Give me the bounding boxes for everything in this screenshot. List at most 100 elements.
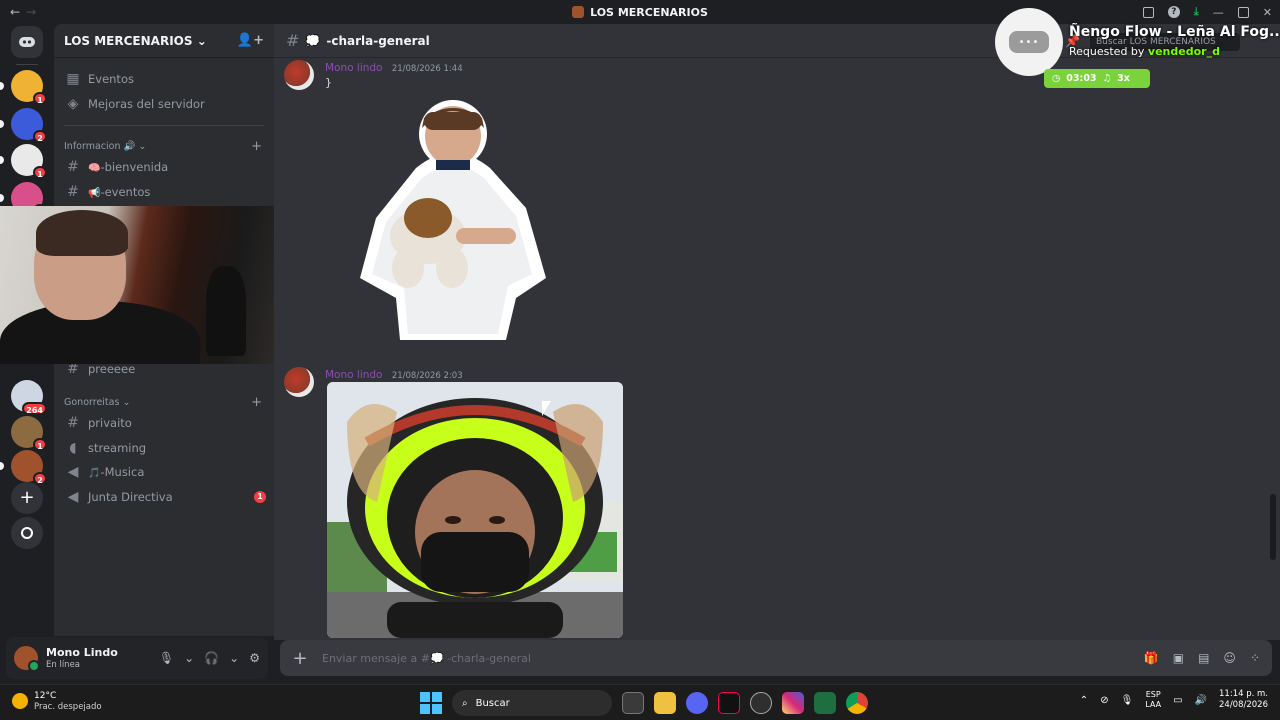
- guild-header[interactable]: LOS MERCENARIOS ⌄ 👤+: [54, 24, 274, 58]
- sidebar-item-boosts[interactable]: ◈ Mejoras del servidor: [60, 93, 266, 115]
- server-badge: 1: [33, 438, 47, 451]
- back-arrow-icon[interactable]: ←: [10, 5, 20, 19]
- excel-icon[interactable]: [814, 692, 836, 714]
- channel-label: streaming: [88, 441, 147, 455]
- sidebar-item-events[interactable]: ▦ Eventos: [60, 68, 266, 90]
- mention-badge: 1: [254, 491, 266, 503]
- server-icon-5[interactable]: 264: [11, 380, 47, 415]
- message-author[interactable]: Mono lindo: [325, 62, 382, 74]
- avatar[interactable]: [14, 646, 40, 672]
- channel-emoji: 🎵: [88, 468, 101, 479]
- guild-name: LOS MERCENARIOS: [64, 33, 193, 48]
- microphone-icon[interactable]: 🎙: [1121, 695, 1134, 706]
- taskbar-clock[interactable]: 11:14 p. m. 24/08/2026: [1219, 689, 1268, 711]
- server-icon-2[interactable]: 2: [11, 108, 47, 143]
- category-label: Gonorreitas: [64, 396, 120, 408]
- channel-emoji: 💭: [305, 33, 321, 48]
- add-attachment-button[interactable]: +: [292, 648, 308, 669]
- clock-date: 24/08/2026: [1219, 700, 1268, 711]
- now-playing-badge: ◷ 03:03 ♫ 3x: [1044, 69, 1150, 88]
- chrome-icon[interactable]: [846, 692, 868, 714]
- now-playing-requester: Requested by vendedor_d: [1069, 45, 1220, 58]
- channel-streaming[interactable]: ◖ streaming: [60, 437, 266, 459]
- rail-divider: [16, 64, 38, 65]
- now-playing-overlay: ••• Ñengo Flow - Leña Al Fog... Requeste…: [995, 8, 1280, 92]
- windows-taskbar: 12°C Prac. despejado ⌕ Buscar ⌃ ⊘ 🎙 ESP …: [0, 684, 1280, 720]
- taskbar-search[interactable]: ⌕ Buscar: [452, 690, 612, 716]
- gamepad-icon: •••: [1009, 31, 1049, 53]
- channel-junta-directiva[interactable]: ◀ Junta Directiva 1: [60, 486, 266, 508]
- sticker-icon[interactable]: ▤: [1198, 651, 1209, 665]
- discord-taskbar-icon[interactable]: [686, 692, 708, 714]
- channel-bienvenida[interactable]: # 🧠-bienvenida: [60, 156, 266, 178]
- monitor-icon[interactable]: ▭: [1173, 695, 1182, 706]
- music-note-icon: ♫: [1102, 73, 1112, 84]
- hash-icon: #: [286, 31, 300, 50]
- chevron-up-icon[interactable]: ⌃: [1080, 695, 1088, 706]
- category-gonorreitas[interactable]: Gonorreitas ⌄ +: [64, 394, 262, 410]
- server-icon-6[interactable]: 1: [11, 416, 47, 451]
- sidebar-item-label: Mejoras del servidor: [88, 97, 205, 111]
- user-panel: Mono Lindo En línea 🎙 ⌄ 🎧 ⌄ ⚙: [6, 637, 268, 679]
- helmet-selfie-image: [327, 382, 623, 638]
- message-timestamp: 21/08/2026 2:03: [391, 371, 463, 381]
- tiktok-icon[interactable]: [718, 692, 740, 714]
- language-code: ESP: [1145, 690, 1161, 700]
- task-view-icon[interactable]: [622, 692, 644, 714]
- sidebar-divider: [64, 125, 264, 126]
- create-channel-icon[interactable]: +: [251, 395, 262, 410]
- nav-buttons: ← →: [10, 5, 36, 19]
- server-icon-1[interactable]: 1: [11, 70, 47, 105]
- chevron-down-icon[interactable]: ⌄: [229, 651, 239, 665]
- server-unread-pill: [0, 120, 4, 128]
- discord-logo-icon: [19, 37, 35, 47]
- channel-privaito[interactable]: # privaito: [60, 412, 266, 434]
- start-button[interactable]: [420, 692, 442, 714]
- speaker-icon: ◀: [67, 489, 79, 505]
- language-indicator[interactable]: ESP LAA: [1145, 690, 1161, 709]
- gift-icon[interactable]: 🎁: [1144, 651, 1159, 665]
- weather-widget[interactable]: 12°C Prac. despejado: [12, 691, 102, 712]
- avatar[interactable]: [284, 367, 314, 397]
- headphones-icon[interactable]: 🎧: [204, 651, 219, 665]
- file-explorer-icon[interactable]: [654, 692, 676, 714]
- gif-icon[interactable]: ▣: [1173, 651, 1184, 665]
- invite-people-icon[interactable]: 👤+: [237, 33, 264, 48]
- attached-photo[interactable]: [327, 382, 623, 638]
- channel-label: Junta Directiva: [88, 490, 173, 504]
- chat-scrollbar[interactable]: [1270, 494, 1276, 560]
- message-timestamp: 21/08/2026 1:44: [391, 64, 463, 74]
- microphone-icon[interactable]: 🎙: [159, 651, 174, 665]
- now-playing-song: Ñengo Flow - Leña Al Fog...: [1069, 24, 1280, 40]
- server-unread-pill: [0, 462, 4, 470]
- server-icon-3[interactable]: 1: [11, 144, 47, 179]
- discover-button[interactable]: [11, 517, 43, 549]
- search-icon: ⌕: [462, 697, 468, 709]
- create-channel-icon[interactable]: +: [251, 139, 262, 154]
- emoji-icon[interactable]: ☺: [1223, 651, 1236, 665]
- apps-icon[interactable]: ⁘: [1250, 651, 1260, 665]
- keyboard-layout: LAA: [1145, 700, 1162, 710]
- forward-arrow-icon[interactable]: →: [26, 5, 36, 19]
- sticker-image[interactable]: [356, 98, 550, 340]
- server-unread-pill: [0, 82, 4, 90]
- channel-eventos[interactable]: # 📢-eventos: [60, 181, 266, 203]
- discord-home-button[interactable]: [11, 26, 43, 58]
- sidebar-item-label: Eventos: [88, 72, 134, 86]
- chevron-down-icon[interactable]: ⌄: [184, 651, 194, 665]
- network-off-icon[interactable]: ⊘: [1100, 695, 1108, 706]
- gear-icon[interactable]: ⚙: [249, 651, 260, 665]
- taskbar-search-label: Buscar: [475, 697, 510, 709]
- obs-icon[interactable]: [750, 692, 772, 714]
- message-input[interactable]: Enviar mensaje a #💭 -charla-general: [322, 652, 531, 665]
- category-informacion[interactable]: Informacion 🔊 ⌄ +: [64, 138, 262, 154]
- channel-musica[interactable]: ◀ 🎵-Musica: [60, 461, 266, 483]
- volume-icon[interactable]: 🔊: [1195, 695, 1207, 706]
- message-author[interactable]: Mono lindo: [325, 369, 382, 381]
- channel-title: -charla-general: [326, 33, 430, 48]
- avatar[interactable]: [284, 60, 314, 90]
- server-icon-7[interactable]: 2: [11, 450, 47, 485]
- instagram-icon[interactable]: [782, 692, 804, 714]
- server-badge: 264: [22, 402, 47, 415]
- add-server-button[interactable]: +: [11, 482, 43, 514]
